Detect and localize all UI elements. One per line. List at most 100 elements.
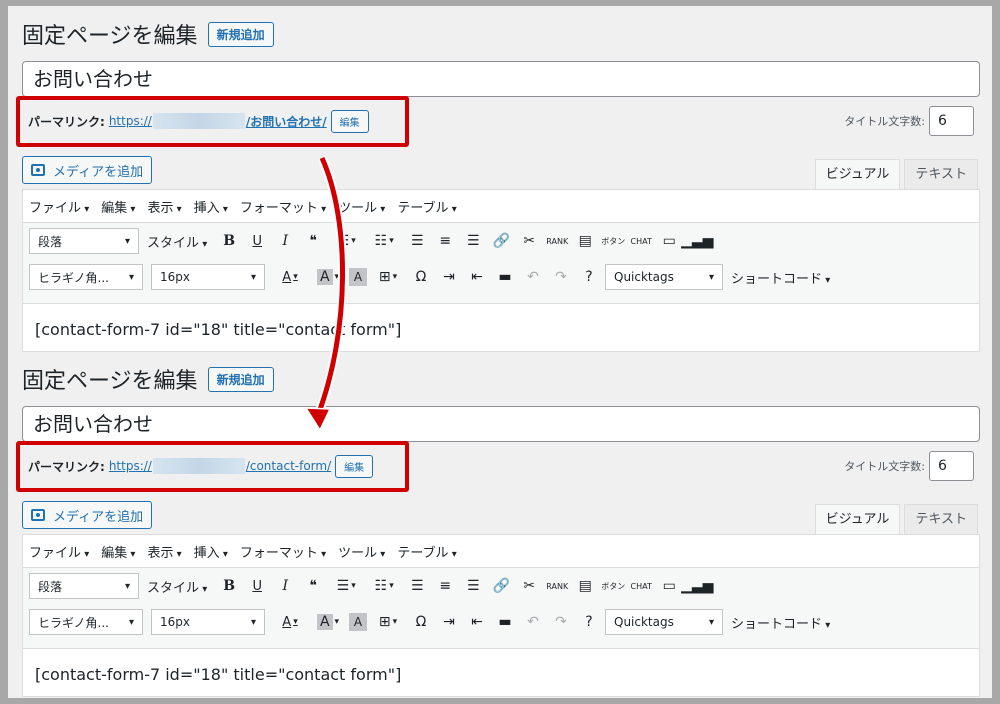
menu-format[interactable]: フォーマット: [240, 542, 326, 561]
size-select[interactable]: 16px: [151, 609, 265, 635]
italic-icon[interactable]: I: [273, 574, 297, 598]
card-icon[interactable]: ▭: [657, 229, 681, 253]
title-count-field[interactable]: 6: [929, 451, 974, 481]
indent-icon[interactable]: ⇥: [437, 265, 461, 289]
indent-icon[interactable]: ⇥: [437, 610, 461, 634]
quicktags-select[interactable]: Quicktags: [605, 609, 723, 635]
permalink-link[interactable]: https:// /contact-form/: [109, 458, 331, 474]
shortcode-dropdown[interactable]: ショートコード: [731, 613, 830, 632]
underline-icon[interactable]: U: [245, 574, 269, 598]
undo-icon[interactable]: ↶: [521, 610, 545, 634]
text-color-icon[interactable]: A: [273, 265, 307, 289]
menu-edit[interactable]: 編集: [101, 197, 135, 216]
bullet-list-icon[interactable]: ☰: [329, 574, 363, 598]
menu-file[interactable]: ファイル: [29, 542, 89, 561]
redo-icon[interactable]: ↷: [549, 610, 573, 634]
tab-text[interactable]: テキスト: [904, 504, 978, 534]
blockquote-icon[interactable]: ❝: [301, 229, 325, 253]
menu-table[interactable]: テーブル: [397, 197, 456, 216]
unlink-icon[interactable]: ✂: [517, 229, 541, 253]
menu-edit[interactable]: 編集: [101, 542, 135, 561]
unlink-icon[interactable]: ✂: [517, 574, 541, 598]
numbered-list-icon[interactable]: ☷: [367, 229, 401, 253]
outdent-icon[interactable]: ⇤: [465, 610, 489, 634]
permalink-edit-button[interactable]: 編集: [330, 109, 369, 133]
bullet-list-icon[interactable]: ☰: [329, 229, 363, 253]
text-color-icon[interactable]: A: [273, 610, 307, 634]
align-right-icon[interactable]: ☰: [461, 574, 485, 598]
menu-view[interactable]: 表示: [147, 542, 181, 561]
help-icon[interactable]: ?: [577, 610, 601, 634]
chat-icon[interactable]: CHAT: [629, 574, 653, 598]
menu-view[interactable]: 表示: [147, 197, 181, 216]
rank-icon[interactable]: RANK: [545, 574, 569, 598]
permalink-link[interactable]: https:// /お問い合わせ/: [109, 113, 327, 130]
align-left-icon[interactable]: ☰: [405, 574, 429, 598]
editor-content[interactable]: [contact-form-7 id="18" title="contact f…: [23, 304, 979, 355]
table-grid-icon[interactable]: ⊞: [371, 265, 405, 289]
font-select[interactable]: ヒラギノ角...: [29, 264, 143, 290]
omega-icon[interactable]: Ω: [409, 265, 433, 289]
menu-insert[interactable]: 挿入: [194, 542, 228, 561]
menu-insert[interactable]: 挿入: [194, 197, 228, 216]
omega-icon[interactable]: Ω: [409, 610, 433, 634]
align-center-icon[interactable]: ≡: [433, 229, 457, 253]
table-grid-icon[interactable]: ⊞: [371, 610, 405, 634]
tab-visual[interactable]: ビジュアル: [814, 504, 901, 534]
style-dropdown[interactable]: スタイル: [147, 577, 207, 596]
align-center-icon[interactable]: ≡: [433, 574, 457, 598]
bold-icon[interactable]: B: [217, 574, 241, 598]
style-dropdown[interactable]: スタイル: [147, 232, 207, 251]
add-new-button[interactable]: 新規追加: [207, 366, 274, 392]
signal-icon[interactable]: ▁▃▅: [681, 574, 713, 598]
highlight-icon[interactable]: A: [349, 268, 367, 286]
chat-icon[interactable]: CHAT: [629, 229, 653, 253]
bg-color-icon[interactable]: A: [311, 265, 345, 289]
menu-format[interactable]: フォーマット: [240, 197, 326, 216]
button-icon[interactable]: ボタン: [601, 574, 625, 598]
menu-file[interactable]: ファイル: [29, 197, 89, 216]
outdent-icon[interactable]: ⇤: [465, 265, 489, 289]
signal-icon[interactable]: ▁▃▅: [681, 229, 713, 253]
tab-visual[interactable]: ビジュアル: [814, 159, 901, 189]
add-new-button[interactable]: 新規追加: [207, 21, 274, 47]
card-icon[interactable]: ▭: [657, 574, 681, 598]
highlight-icon[interactable]: A: [349, 613, 367, 631]
editor-content[interactable]: [contact-form-7 id="18" title="contact f…: [23, 649, 979, 700]
rank-icon[interactable]: RANK: [545, 229, 569, 253]
format-select[interactable]: 段落: [29, 228, 139, 254]
italic-icon[interactable]: I: [273, 229, 297, 253]
link-icon[interactable]: 🔗: [489, 229, 513, 253]
underline-icon[interactable]: U: [245, 229, 269, 253]
font-select[interactable]: ヒラギノ角...: [29, 609, 143, 635]
align-right-icon[interactable]: ☰: [461, 229, 485, 253]
shortcode-dropdown[interactable]: ショートコード: [731, 268, 830, 287]
more-icon[interactable]: ▬: [493, 610, 517, 634]
permalink-edit-button[interactable]: 編集: [335, 454, 374, 478]
bg-color-icon[interactable]: A: [311, 610, 345, 634]
add-media-button[interactable]: メディアを追加: [22, 156, 153, 184]
help-icon[interactable]: ?: [577, 265, 601, 289]
numbered-list-icon[interactable]: ☷: [367, 574, 401, 598]
align-left-icon[interactable]: ☰: [405, 229, 429, 253]
quicktags-select[interactable]: Quicktags: [605, 264, 723, 290]
undo-icon[interactable]: ↶: [521, 265, 545, 289]
tab-text[interactable]: テキスト: [904, 159, 978, 189]
blockquote-icon[interactable]: ❝: [301, 574, 325, 598]
table-icon[interactable]: ▤: [573, 229, 597, 253]
menu-table[interactable]: テーブル: [397, 542, 456, 561]
link-icon[interactable]: 🔗: [489, 574, 513, 598]
post-title-input[interactable]: お問い合わせ: [22, 406, 980, 442]
menu-tools[interactable]: ツール: [338, 197, 385, 216]
redo-icon[interactable]: ↷: [549, 265, 573, 289]
button-icon[interactable]: ボタン: [601, 229, 625, 253]
table-icon[interactable]: ▤: [573, 574, 597, 598]
size-select[interactable]: 16px: [151, 264, 265, 290]
menu-tools[interactable]: ツール: [338, 542, 385, 561]
more-icon[interactable]: ▬: [493, 265, 517, 289]
format-select[interactable]: 段落: [29, 573, 139, 599]
post-title-input[interactable]: お問い合わせ: [22, 61, 980, 97]
add-media-button[interactable]: メディアを追加: [22, 501, 153, 529]
bold-icon[interactable]: B: [217, 229, 241, 253]
title-count-field[interactable]: 6: [929, 106, 974, 136]
